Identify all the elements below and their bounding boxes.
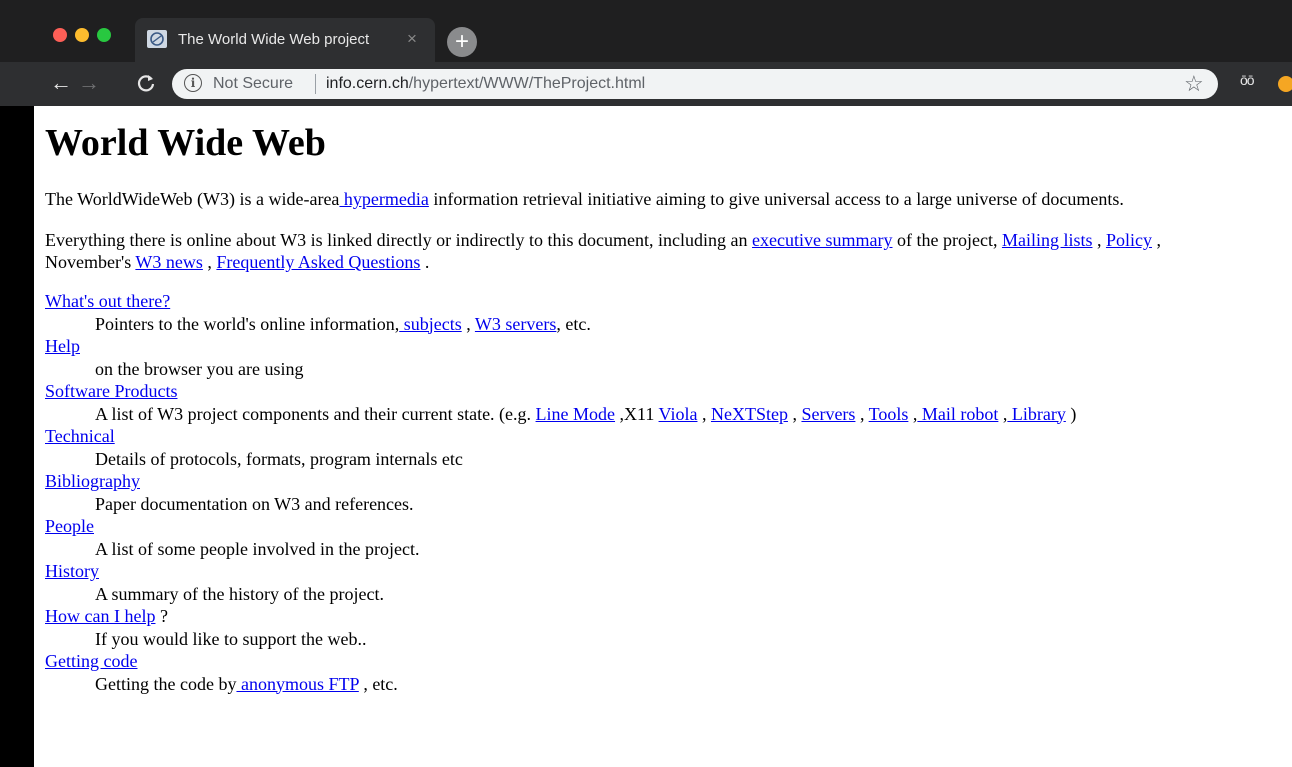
link-bibliography[interactable]: Bibliography — [45, 471, 140, 491]
security-label[interactable]: Not Secure — [213, 75, 293, 93]
list-item: Help — [45, 335, 1292, 358]
summary-text: Everything there is online about W3 is l… — [45, 230, 753, 250]
description-text: , — [855, 403, 869, 424]
description-text: , — [787, 403, 802, 424]
list-item: Software Products — [45, 380, 1292, 403]
list-item-description: on the browser you are using — [95, 358, 304, 379]
browser-toolbar: ← → i Not Secure info.cern.ch/hypertext/… — [0, 62, 1292, 106]
intro-paragraph: The WorldWideWeb (W3) is a wide-area hyp… — [45, 188, 1292, 210]
link-people[interactable]: People — [45, 516, 94, 536]
description-text: , — [461, 313, 475, 334]
list-item-description: Getting the code by anonymous FTP , etc. — [95, 673, 1292, 696]
list-item-description: A list of W3 project components and thei… — [95, 403, 1292, 426]
description-text: , etc. — [358, 673, 398, 694]
description-text: , — [697, 403, 711, 424]
description-text: Getting the code by — [95, 673, 237, 694]
link-w3-news[interactable]: W3 news — [135, 252, 202, 272]
link-nextstep[interactable]: NeXTStep — [711, 404, 788, 424]
omnibox-divider — [315, 74, 316, 94]
link-tools[interactable]: Tools — [869, 404, 909, 424]
link-w3-servers[interactable]: W3 servers — [475, 314, 556, 334]
bookmark-star-icon[interactable]: ☆ — [1184, 71, 1204, 97]
list-item-description: Paper documentation on W3 and references… — [95, 493, 414, 514]
link-mailing-lists[interactable]: Mailing lists — [1002, 230, 1093, 250]
maximize-window-button[interactable] — [97, 28, 111, 42]
tab-close-icon[interactable]: × — [407, 29, 417, 49]
link-line-mode[interactable]: Line Mode — [536, 404, 615, 424]
extension-icon[interactable] — [1278, 76, 1292, 92]
url-text[interactable]: info.cern.ch/hypertext/WWW/TheProject.ht… — [326, 75, 645, 93]
tab-strip: The World Wide Web project × + — [0, 0, 1292, 62]
description-text: , etc. — [556, 313, 591, 334]
list-item: What's out there? — [45, 290, 1292, 313]
summary-text: , — [1151, 230, 1161, 250]
list-item: Technical — [45, 425, 1292, 448]
link-mail-robot[interactable]: Mail robot — [917, 404, 999, 424]
summary-text: November's — [45, 252, 136, 272]
link-executive-summary[interactable]: executive summary — [752, 230, 892, 250]
list-item: People — [45, 515, 1292, 538]
topic-list: What's out there? Pointers to the world'… — [45, 290, 1292, 695]
link-viola[interactable]: Viola — [659, 404, 698, 424]
page-content: World Wide Web The WorldWideWeb (W3) is … — [45, 106, 1292, 695]
page-viewport: World Wide Web The WorldWideWeb (W3) is … — [34, 106, 1292, 767]
link-software-products[interactable]: Software Products — [45, 381, 177, 401]
list-item: Getting code — [45, 650, 1292, 673]
link-history[interactable]: History — [45, 561, 99, 581]
url-path: /hypertext/WWW/TheProject.html — [408, 75, 646, 92]
link-subjects[interactable]: subjects — [399, 314, 462, 334]
description-text: ) — [1065, 403, 1077, 424]
link-whats-out-there[interactable]: What's out there? — [45, 291, 170, 311]
summary-text: of the project, — [892, 230, 1002, 250]
forward-arrow-icon[interactable]: → — [78, 70, 100, 96]
link-policy[interactable]: Policy — [1106, 230, 1152, 250]
new-tab-button[interactable]: + — [447, 27, 477, 57]
link-anonymous-ftp[interactable]: anonymous FTP — [236, 674, 359, 694]
close-window-button[interactable] — [53, 28, 67, 42]
list-item-description: A summary of the history of the project. — [95, 583, 384, 604]
info-icon[interactable]: i — [184, 74, 202, 92]
address-bar[interactable]: i Not Secure info.cern.ch/hypertext/WWW/… — [172, 69, 1218, 99]
link-faq[interactable]: Frequently Asked Questions — [216, 252, 420, 272]
tab-title: The World Wide Web project — [178, 31, 370, 48]
intro-text-end: information retrieval initiative aiming … — [428, 189, 1124, 209]
list-item-description: If you would like to support the web.. — [95, 628, 367, 649]
reload-icon[interactable] — [136, 73, 156, 95]
back-arrow-icon[interactable]: ← — [50, 70, 72, 96]
link-how-can-i-help[interactable]: How can I help — [45, 606, 155, 626]
link-help[interactable]: Help — [45, 336, 80, 356]
link-technical[interactable]: Technical — [45, 426, 115, 446]
url-host: info.cern.ch — [326, 75, 409, 92]
link-hypermedia[interactable]: hypermedia — [339, 189, 429, 209]
list-item: History — [45, 560, 1292, 583]
list-item-description: Details of protocols, formats, program i… — [95, 448, 463, 469]
list-item: How can I help ? — [45, 605, 1292, 628]
list-item: Bibliography — [45, 470, 1292, 493]
page-title: World Wide Web — [45, 122, 326, 164]
description-text: Pointers to the world's online informati… — [95, 313, 400, 334]
list-item-suffix: ? — [155, 606, 168, 626]
page-favicon-icon — [147, 30, 167, 48]
summary-text: , — [1092, 230, 1106, 250]
list-item-description: A list of some people involved in the pr… — [95, 538, 420, 559]
tab-active[interactable]: The World Wide Web project × — [135, 18, 435, 62]
list-item-description: Pointers to the world's online informati… — [95, 313, 1292, 336]
summary-paragraph: Everything there is online about W3 is l… — [45, 229, 1292, 273]
summary-text: . — [420, 252, 430, 272]
summary-text: , — [202, 252, 217, 272]
link-servers[interactable]: Servers — [801, 404, 855, 424]
minimize-window-button[interactable] — [75, 28, 89, 42]
description-text: A list of W3 project components and thei… — [95, 403, 536, 424]
description-text: ,X11 — [615, 403, 659, 424]
link-library[interactable]: Library — [1007, 404, 1066, 424]
intro-text: The WorldWideWeb (W3) is a wide-area — [45, 189, 340, 209]
link-getting-code[interactable]: Getting code — [45, 651, 137, 671]
incognito-icon[interactable]: ōō — [1240, 72, 1255, 88]
